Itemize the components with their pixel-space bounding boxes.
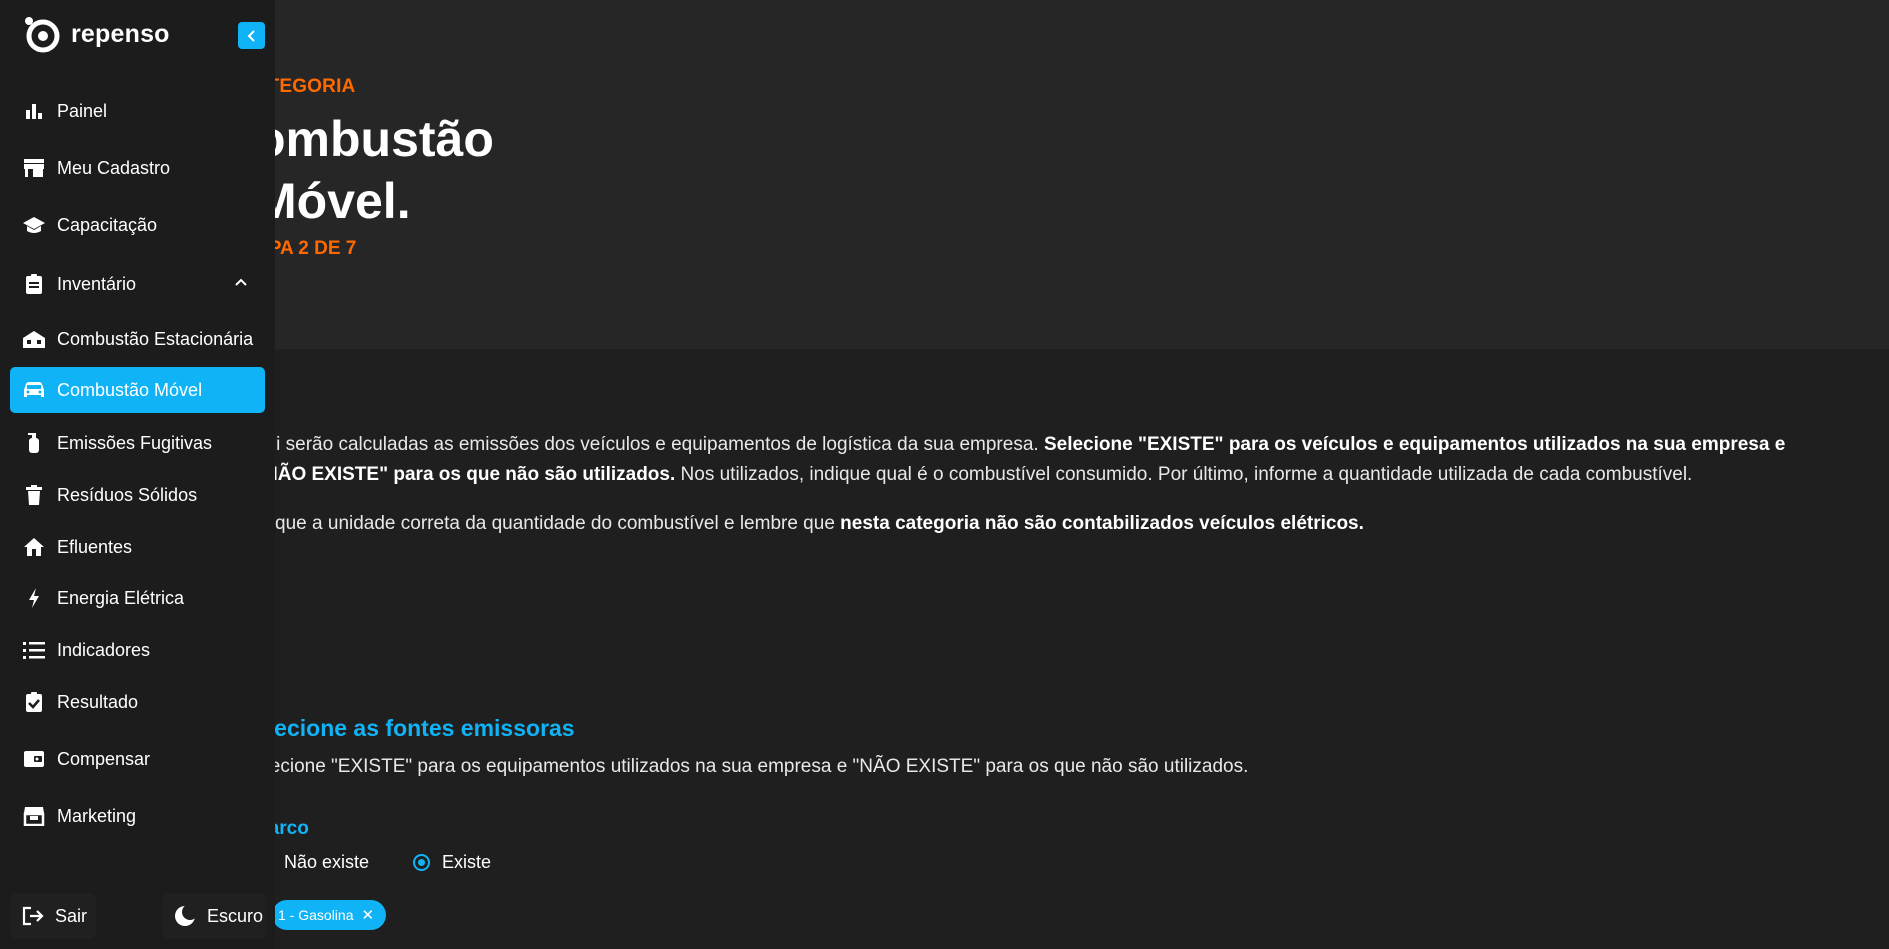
gas-cylinder-icon bbox=[22, 431, 46, 455]
sidebar-item-label: Energia Elétrica bbox=[57, 587, 185, 608]
repenso-logo-icon bbox=[25, 17, 60, 53]
page-title-line2: Móvel. bbox=[255, 173, 411, 229]
sidebar-item-label: Combustão Estacionária bbox=[57, 328, 254, 349]
intro-p1-text2: Nos utilizados, indique qual é o combust… bbox=[675, 464, 1693, 485]
sidebar-item-label: Indicadores bbox=[57, 639, 151, 660]
radio-checked-icon[interactable] bbox=[413, 853, 431, 871]
radio-existe[interactable]: Existe bbox=[413, 852, 491, 873]
sidebar-item-label: Inventário bbox=[57, 273, 137, 294]
fuel-chip: 1 - Gasolina ✕ bbox=[272, 900, 387, 930]
sidebar-item-label: Capacitação bbox=[57, 214, 158, 235]
intro-p2-text: rifique a unidade correta da quantidade … bbox=[255, 513, 841, 534]
sidebar-item-label: Combustão Móvel bbox=[57, 379, 203, 400]
intro-p1-text: qui serão calculadas as emissões dos veí… bbox=[255, 434, 1044, 455]
radio-group-barco: Não existe Existe bbox=[255, 850, 535, 874]
sidebar-item-label: Resultado bbox=[57, 691, 139, 712]
section-title: elecione as fontes emissoras bbox=[255, 715, 575, 741]
sidebar-item-energia-eletrica[interactable]: Energia Elétrica bbox=[10, 575, 265, 621]
sidebar-item-label: Compensar bbox=[57, 748, 151, 769]
bolt-icon bbox=[22, 586, 46, 610]
sidebar-item-indicadores[interactable]: Indicadores bbox=[10, 627, 265, 673]
page-title-line1: ombustão bbox=[255, 111, 494, 167]
page-title: ombustão Móvel. bbox=[255, 108, 494, 232]
app-name: repenso bbox=[71, 19, 170, 48]
radio-existe-label: Existe bbox=[442, 851, 492, 872]
sidebar: repenso Painel Meu Cadastro Capacitação … bbox=[0, 0, 275, 949]
sidebar-item-meu-cadastro[interactable]: Meu Cadastro bbox=[10, 145, 265, 191]
chevron-left-icon bbox=[247, 29, 255, 42]
hero-header: ATEGORIA ombustão Móvel. APA 2 DE 7 bbox=[0, 0, 1889, 349]
bar-chart-icon bbox=[22, 99, 46, 123]
intro-paragraph-1: qui serão calculadas as emissões dos veí… bbox=[255, 430, 1795, 490]
sidebar-item-resultado[interactable]: Resultado bbox=[10, 679, 265, 725]
sidebar-item-label: Efluentes bbox=[57, 536, 133, 557]
main-content: ATEGORIA ombustão Móvel. APA 2 DE 7 qui … bbox=[0, 0, 1889, 949]
moon-icon bbox=[174, 905, 196, 927]
sidebar-item-emissoes-fugitivas[interactable]: Emissões Fugitivas bbox=[10, 420, 265, 466]
close-icon[interactable]: ✕ bbox=[361, 906, 374, 924]
home-icon bbox=[22, 535, 46, 559]
factory-icon bbox=[22, 327, 46, 351]
intro-text: qui serão calculadas as emissões dos veí… bbox=[255, 430, 1795, 539]
intro-p2-bold: nesta categoria não são contabilizados v… bbox=[840, 513, 1364, 534]
sidebar-item-label: Resíduos Sólidos bbox=[57, 484, 198, 505]
sidebar-item-label: Painel bbox=[57, 100, 108, 121]
sidebar-item-label: Emissões Fugitivas bbox=[57, 432, 213, 453]
radio-nao-existe-label: Não existe bbox=[284, 851, 370, 872]
sidebar-item-inventario[interactable]: Inventário bbox=[10, 261, 265, 307]
theme-toggle-button[interactable]: Escuro bbox=[162, 893, 266, 939]
fuel-chip-label: 1 - Gasolina bbox=[278, 907, 354, 923]
section-subtitle: elecione "EXISTE" para os equipamentos u… bbox=[255, 756, 1249, 777]
logout-icon bbox=[22, 906, 44, 926]
car-icon bbox=[22, 378, 46, 402]
sidebar-item-capacitacao[interactable]: Capacitação bbox=[10, 202, 265, 248]
logout-button[interactable]: Sair bbox=[10, 893, 96, 939]
sidebar-item-combustao-estacionaria[interactable]: Combustão Estacionária bbox=[10, 316, 265, 362]
sidebar-item-marketing[interactable]: Marketing bbox=[10, 793, 265, 839]
wallet-icon bbox=[22, 747, 46, 771]
sidebar-item-combustao-movel[interactable]: Combustão Móvel bbox=[10, 367, 265, 413]
sidebar-item-painel[interactable]: Painel bbox=[10, 88, 265, 134]
app-logo[interactable]: repenso bbox=[21, 14, 170, 54]
storefront-icon bbox=[22, 804, 46, 828]
sidebar-item-compensar[interactable]: Compensar bbox=[10, 736, 265, 782]
sidebar-item-label: Marketing bbox=[57, 805, 137, 826]
store-icon bbox=[22, 156, 46, 180]
list-icon bbox=[22, 638, 46, 662]
chevron-up-icon[interactable] bbox=[233, 274, 249, 290]
sidebar-item-label: Meu Cadastro bbox=[57, 157, 171, 178]
sidebar-item-efluentes[interactable]: Efluentes bbox=[10, 524, 265, 570]
clipboard-check-icon bbox=[22, 690, 46, 714]
sidebar-item-residuos-solidos[interactable]: Resíduos Sólidos bbox=[10, 472, 265, 518]
trash-icon bbox=[22, 483, 46, 507]
theme-label: Escuro bbox=[207, 905, 264, 926]
collapse-sidebar-button[interactable] bbox=[238, 22, 265, 49]
logout-label: Sair bbox=[55, 905, 88, 926]
intro-paragraph-2: rifique a unidade correta da quantidade … bbox=[255, 509, 1795, 539]
clipboard-icon bbox=[22, 272, 46, 296]
graduation-cap-icon bbox=[22, 213, 46, 237]
